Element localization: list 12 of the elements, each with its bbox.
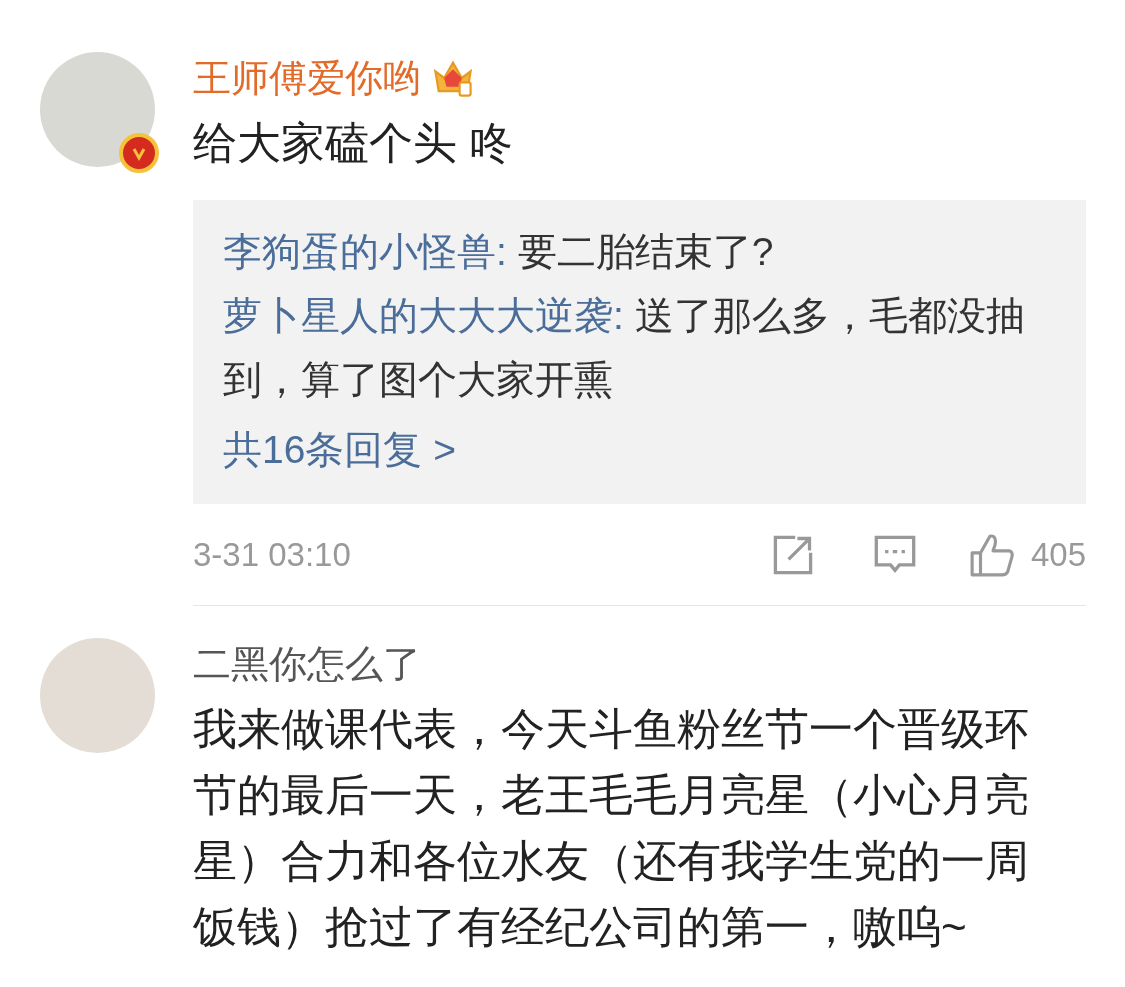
comment-text: 我来做课代表，今天斗鱼粉丝节一个晋级环节的最后一天，老王毛毛月亮星（小心月亮星）合力和各位水友（还有我学生党的一周饭钱）抢过了有经纪公司的第一，嗷呜~: [193, 703, 1030, 953]
thumbs-up-icon: [968, 531, 1015, 578]
like-button[interactable]: 405: [968, 529, 1086, 580]
reply-author[interactable]: 李狗蛋的小怪兽:: [223, 230, 507, 273]
comment-text: 给大家磕个头 咚: [193, 117, 515, 169]
reply-text: 萝卜星人的大大大逆袭: 送了那么多，毛都没抽到，算了图个大家开熏: [223, 293, 1026, 403]
reply-text: 李狗蛋的小怪兽: 要二胎结束了?: [223, 229, 775, 275]
more-replies-link[interactable]: 共16条回复 >: [223, 418, 456, 482]
reply-author[interactable]: 萝卜星人的大大大逆袭:: [223, 294, 624, 337]
username[interactable]: 二黑你怎么了: [193, 639, 421, 689]
username[interactable]: 王师傅爱你哟: [193, 53, 421, 103]
timestamp: 3-31 03:10: [193, 534, 352, 575]
